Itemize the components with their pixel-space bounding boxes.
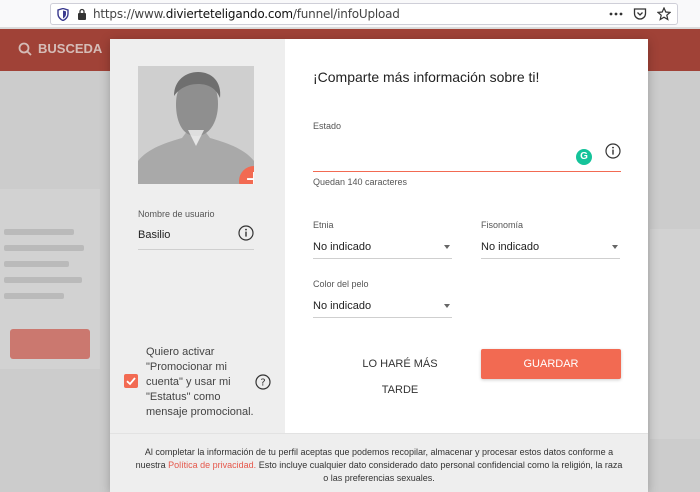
privacy-policy-link[interactable]: Política de privacidad.	[168, 460, 256, 470]
etnia-select[interactable]: No indicado	[313, 235, 452, 259]
chevron-down-icon	[444, 245, 450, 249]
url-path: /funnel/infoUpload	[292, 7, 400, 21]
footer-prefix: nuestra	[135, 460, 166, 470]
star-icon[interactable]	[657, 7, 671, 21]
modal-left-panel: + Nombre de usuario Basilio Quiero activ…	[110, 39, 285, 433]
etnia-label: Etnia	[313, 220, 334, 230]
footer-line-3: o las preferencias sexuales.	[323, 473, 435, 483]
estado-input[interactable]	[313, 137, 573, 169]
estado-label: Estado	[313, 121, 342, 131]
later-button[interactable]: LO HARÉ MÁS TARDE	[345, 351, 455, 396]
browser-toolbar: https://www.divierteteligando.com/funnel…	[0, 0, 700, 28]
grammarly-icon[interactable]: G	[576, 149, 592, 165]
lock-icon[interactable]	[77, 8, 87, 20]
footer-line-2: nuestra Política de privacidad. Esto inc…	[110, 459, 648, 472]
chevron-down-icon	[444, 304, 450, 308]
estado-info-icon[interactable]	[605, 143, 621, 159]
modal-title: ¡Comparte más información sobre ti!	[313, 69, 540, 85]
modal-right-panel: ¡Comparte más información sobre ti! Esta…	[285, 39, 648, 433]
avatar-silhouette-icon	[138, 66, 254, 184]
tracking-shield-icon[interactable]	[57, 7, 69, 21]
address-bar[interactable]: https://www.divierteteligando.com/funnel…	[50, 3, 678, 25]
username-value: Basilio	[138, 229, 171, 241]
url-prefix: https://www.	[93, 7, 166, 21]
pelo-label: Color del pelo	[313, 279, 369, 289]
pocket-icon[interactable]	[633, 7, 647, 21]
promo-text: Quiero activar "Promocionar mi cuenta" y…	[146, 346, 254, 418]
more-icon[interactable]	[609, 7, 623, 21]
url-actions	[609, 7, 671, 21]
promo-help-icon[interactable]: ?	[255, 374, 271, 390]
footer-suffix: Esto incluye cualquier dato considerado …	[258, 460, 623, 470]
fisonomia-label: Fisonomía	[481, 220, 524, 230]
privacy-footer: Al completar la información de tu perfil…	[110, 433, 648, 492]
fisonomia-value: No indicado	[481, 241, 540, 253]
check-icon	[126, 377, 136, 386]
pelo-select[interactable]: No indicado	[313, 294, 452, 318]
username-label: Nombre de usuario	[138, 209, 215, 219]
svg-text:?: ?	[260, 378, 265, 389]
url-text[interactable]: https://www.divierteteligando.com/funnel…	[93, 7, 400, 21]
profile-info-modal: + Nombre de usuario Basilio Quiero activ…	[110, 39, 648, 492]
chars-left: Quedan 140 caracteres	[313, 177, 408, 187]
etnia-value: No indicado	[313, 241, 372, 253]
promo-checkbox[interactable]	[124, 374, 138, 388]
fisonomia-select[interactable]: No indicado	[481, 235, 620, 259]
avatar[interactable]: +	[138, 66, 254, 184]
save-button[interactable]: GUARDAR	[481, 349, 621, 379]
url-domain: divierteteligando.com	[165, 7, 293, 21]
footer-line-1: Al completar la información de tu perfil…	[144, 447, 614, 457]
username-info-icon[interactable]	[238, 225, 254, 241]
chevron-down-icon	[612, 245, 618, 249]
pelo-value: No indicado	[313, 300, 372, 312]
estado-underline	[313, 171, 621, 172]
username-underline	[138, 249, 254, 250]
